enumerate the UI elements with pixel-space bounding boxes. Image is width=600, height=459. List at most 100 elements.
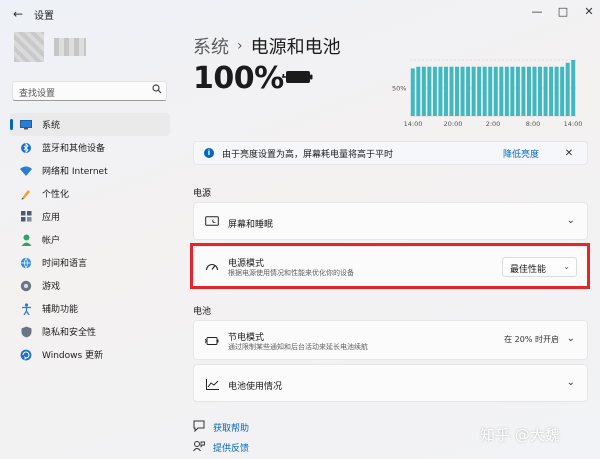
sidebar-item-time-language[interactable]: 时间和语言 bbox=[10, 251, 170, 274]
feedback-label: 提供反馈 bbox=[213, 444, 250, 454]
battery-bar bbox=[560, 66, 565, 116]
battery-bar bbox=[488, 66, 493, 116]
battery-bar bbox=[438, 66, 443, 116]
feedback-link[interactable]: 提供反馈 bbox=[193, 440, 249, 455]
battery-saver-icon bbox=[204, 333, 220, 349]
sidebar-item-label: 蓝牙和其他设备 bbox=[42, 144, 106, 154]
sidebar-item-label: 应用 bbox=[42, 213, 61, 223]
sidebar-nav: 系统 蓝牙和其他设备 网络和 Internet 个性化 应用 帐户 时间和语言 bbox=[0, 113, 175, 366]
x-tick-label: 14:00 bbox=[404, 120, 423, 128]
sidebar-item-label: 网络和 Internet bbox=[42, 167, 108, 177]
sidebar-item-network[interactable]: 网络和 Internet bbox=[10, 159, 170, 182]
battery-bar bbox=[510, 66, 515, 116]
battery-bar bbox=[482, 66, 487, 116]
sidebar-item-label: 隐私和安全性 bbox=[42, 328, 97, 338]
battery-bar bbox=[565, 62, 570, 116]
battery-bar bbox=[549, 66, 554, 116]
sidebar-item-privacy[interactable]: 隐私和安全性 bbox=[10, 320, 170, 343]
card-subtitle: 通过限制某些通知和后台活动来延长电池续航 bbox=[228, 343, 368, 351]
wifi-icon bbox=[19, 164, 33, 178]
screen-sleep-icon bbox=[204, 214, 220, 230]
battery-bar bbox=[571, 60, 576, 116]
sidebar-item-personalization[interactable]: 个性化 bbox=[10, 182, 170, 205]
sidebar-item-system[interactable]: 系统 bbox=[10, 113, 170, 136]
battery-bar bbox=[532, 66, 537, 116]
close-icon[interactable]: ✕ bbox=[563, 148, 575, 159]
chevron-down-icon[interactable]: ⌄ bbox=[567, 333, 575, 344]
breadcrumb-parent[interactable]: 系统 bbox=[193, 33, 229, 59]
breadcrumb: 系统 › 电源和电池 bbox=[193, 33, 341, 59]
battery-bar bbox=[471, 66, 476, 116]
battery-bar bbox=[554, 66, 559, 116]
x-tick-label: 20:00 bbox=[444, 120, 463, 128]
lower-brightness-link[interactable]: 降低亮度 bbox=[503, 147, 539, 160]
sidebar-item-windows-update[interactable]: Windows 更新 bbox=[10, 343, 170, 366]
close-icon[interactable]: ✕ bbox=[578, 2, 600, 20]
sidebar-item-gaming[interactable]: 游戏 bbox=[10, 274, 170, 297]
battery-bar bbox=[416, 66, 421, 116]
battery-bar bbox=[477, 66, 482, 116]
sidebar-item-label: 系统 bbox=[42, 121, 61, 131]
shield-icon bbox=[19, 325, 33, 339]
page-title: 电源和电池 bbox=[250, 37, 341, 58]
battery-bar bbox=[504, 66, 509, 116]
battery-bar bbox=[460, 66, 465, 116]
battery-bar bbox=[443, 66, 448, 116]
user-name-blurred bbox=[54, 38, 86, 56]
battery-bar bbox=[538, 66, 543, 116]
battery-percent: 100% bbox=[193, 61, 284, 96]
chart-line-icon bbox=[204, 376, 220, 392]
watermark: 知乎 @大魏 bbox=[480, 426, 560, 444]
chevron-down-icon[interactable]: ⌄ bbox=[567, 377, 575, 388]
battery-bar bbox=[521, 66, 526, 116]
settings-window: ← 设置 — □ ✕ 查找设置 系统 蓝牙和其他设备 网络和 Internet … bbox=[0, 0, 600, 459]
battery-bar bbox=[421, 66, 426, 116]
search-input[interactable]: 查找设置 bbox=[12, 81, 167, 101]
back-arrow-icon[interactable]: ← bbox=[8, 4, 28, 24]
sidebar-item-label: 游戏 bbox=[42, 282, 61, 292]
sidebar-item-apps[interactable]: 应用 bbox=[10, 205, 170, 228]
update-icon bbox=[19, 348, 33, 362]
feedback-icon bbox=[193, 440, 207, 455]
battery-bar bbox=[526, 66, 531, 116]
battery-bar bbox=[466, 66, 471, 116]
battery-bar bbox=[543, 66, 548, 116]
sidebar-item-label: 辅助功能 bbox=[42, 305, 79, 315]
accessibility-icon bbox=[19, 302, 33, 316]
sidebar-item-label: 帐户 bbox=[42, 236, 61, 246]
sidebar-item-label: 时间和语言 bbox=[42, 259, 88, 269]
card-title: 电池使用情况 bbox=[228, 382, 283, 392]
section-title-battery: 电池 bbox=[193, 307, 212, 317]
info-bar-text: 由于亮度设置为高，屏幕耗电量将高于平时 bbox=[222, 149, 394, 160]
help-icon bbox=[193, 420, 207, 435]
battery-saver-card[interactable]: 节电模式 通过限制某些通知和后台活动来延长电池续航 在 20% 时开启 ⌄ bbox=[193, 320, 588, 360]
battery-bar bbox=[449, 66, 454, 116]
maximize-icon[interactable]: □ bbox=[552, 2, 574, 20]
minimize-icon[interactable]: — bbox=[526, 2, 548, 20]
battery-bar bbox=[493, 66, 498, 116]
sidebar-item-label: 个性化 bbox=[42, 190, 70, 200]
battery-level-chart: 50% 14:00 20:00 2:00 8:00 14:00 bbox=[392, 59, 582, 128]
chevron-down-icon[interactable]: ⌄ bbox=[567, 215, 575, 226]
y-tick-label: 50% bbox=[392, 85, 406, 93]
search-icon[interactable] bbox=[152, 84, 164, 96]
battery-bar bbox=[455, 66, 460, 116]
account-icon bbox=[19, 233, 33, 247]
sidebar-item-accounts[interactable]: 帐户 bbox=[10, 228, 170, 251]
screen-sleep-card[interactable]: 屏幕和睡眠 ⌄ bbox=[193, 202, 588, 240]
sidebar-item-accessibility[interactable]: 辅助功能 bbox=[10, 297, 170, 320]
x-tick-label: 2:00 bbox=[486, 120, 501, 128]
get-help-link[interactable]: 获取帮助 bbox=[193, 420, 249, 435]
battery-charging-icon bbox=[280, 69, 314, 85]
highlight-box bbox=[190, 243, 590, 289]
battery-saver-status: 在 20% 时开启 bbox=[504, 335, 559, 344]
sidebar-item-bluetooth[interactable]: 蓝牙和其他设备 bbox=[10, 136, 170, 159]
get-help-label: 获取帮助 bbox=[213, 424, 250, 434]
x-tick-label: 8:00 bbox=[526, 120, 541, 128]
apps-icon bbox=[19, 210, 33, 224]
info-icon: i bbox=[204, 148, 214, 158]
battery-usage-card[interactable]: 电池使用情况 ⌄ bbox=[193, 364, 588, 402]
brightness-info-bar: i 由于亮度设置为高，屏幕耗电量将高于平时 降低亮度 ✕ bbox=[193, 141, 588, 165]
section-title-power: 电源 bbox=[193, 189, 212, 199]
monitor-icon bbox=[19, 118, 33, 132]
